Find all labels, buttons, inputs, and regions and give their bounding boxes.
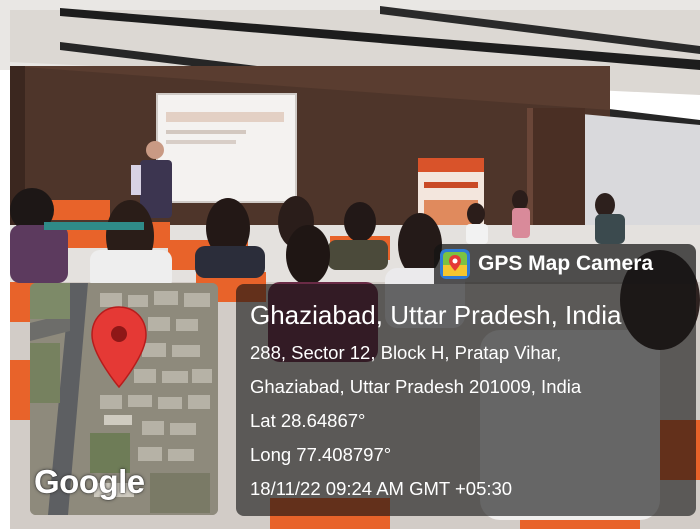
longitude-text: Long 77.408797° bbox=[250, 444, 392, 465]
map-thumbnail: Google bbox=[30, 283, 218, 515]
map-pin-icon bbox=[91, 306, 147, 389]
location-info-panel: Ghaziabad, Uttar Pradesh, India 288, Sec… bbox=[236, 284, 696, 516]
address-line-2: Ghaziabad, Uttar Pradesh 201009, India bbox=[250, 376, 582, 397]
google-logo: Google bbox=[34, 463, 145, 500]
location-title: Ghaziabad, Uttar Pradesh, India bbox=[250, 300, 622, 330]
app-name: GPS Map Camera bbox=[478, 252, 654, 275]
app-tag: GPS Map Camera bbox=[434, 244, 696, 284]
address-line-1: 288, Sector 12, Block H, Pratap Vihar, bbox=[250, 342, 562, 363]
gps-map-camera-icon bbox=[440, 249, 470, 279]
latitude-text: Lat 28.64867° bbox=[250, 410, 366, 431]
timestamp-text: 18/11/22 09:24 AM GMT +05:30 bbox=[250, 478, 513, 499]
